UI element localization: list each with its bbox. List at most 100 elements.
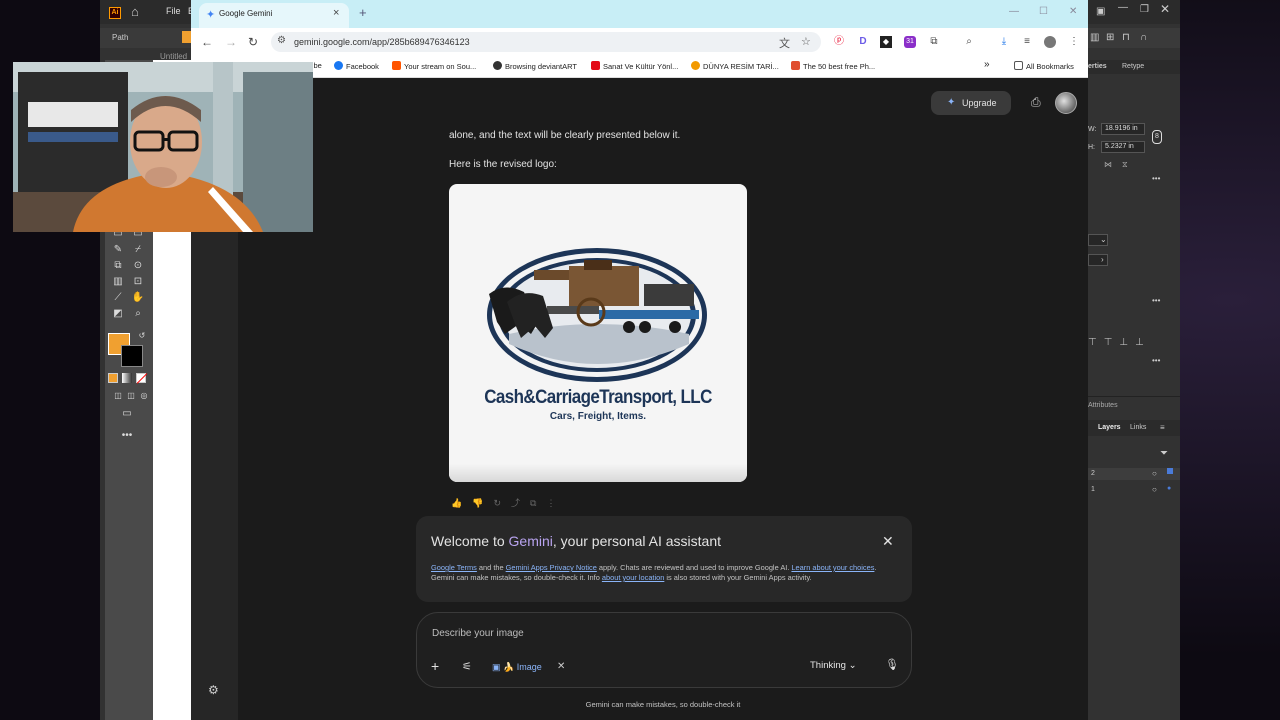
- flip-vertical-icon[interactable]: ⧖: [1122, 160, 1128, 170]
- add-attachment-button[interactable]: +: [431, 658, 439, 674]
- graph-tool-icon[interactable]: ▥: [111, 276, 125, 288]
- microphone-icon[interactable]: 🎙: [885, 658, 899, 671]
- media-control-icon[interactable]: ≡: [1021, 36, 1033, 48]
- rotate-view-icon[interactable]: ◩: [111, 308, 125, 320]
- calendar-extension-icon[interactable]: 31: [904, 36, 916, 48]
- height-field[interactable]: 5.2327 in: [1101, 141, 1145, 153]
- menu-file[interactable]: File: [166, 6, 181, 16]
- color-mode-icon[interactable]: [108, 373, 118, 383]
- home-icon[interactable]: ⌂: [131, 5, 145, 19]
- model-mode-selector[interactable]: Thinking ⌄: [810, 660, 857, 671]
- slice-tool-icon[interactable]: ⟋: [111, 292, 125, 304]
- target-icon[interactable]: ○: [1152, 485, 1157, 494]
- screen-mode-icon[interactable]: ▭: [120, 408, 134, 420]
- tab-retype[interactable]: Retype: [1122, 63, 1144, 70]
- maximize-icon[interactable]: ☐: [1039, 6, 1048, 17]
- regenerate-icon[interactable]: ↻: [493, 498, 511, 508]
- pathfinder-icon[interactable]: ⊓: [1122, 32, 1130, 43]
- flip-horizontal-icon[interactable]: ⋈: [1104, 160, 1112, 169]
- tab-layers[interactable]: Layers: [1098, 424, 1121, 431]
- more-tools-icon[interactable]: •••: [120, 430, 134, 442]
- tab-properties[interactable]: erties: [1088, 63, 1107, 70]
- more-options-icon-3[interactable]: •••: [1152, 356, 1160, 365]
- draw-inside-icon[interactable]: ◎: [137, 390, 151, 402]
- upgrade-button[interactable]: ✦ Upgrade: [931, 91, 1011, 115]
- shape-builder-icon[interactable]: ⧉: [111, 260, 125, 272]
- prompt-input-box[interactable]: Describe your image + ⚟ ▣ 🍌 Image ✕ Thin…: [416, 612, 912, 688]
- layer-row-2[interactable]: 2 ○: [1088, 468, 1180, 480]
- warp-icon[interactable]: ∩: [1140, 32, 1147, 43]
- d-extension-icon[interactable]: D: [857, 36, 869, 48]
- learn-choices-link[interactable]: Learn about your choices: [791, 563, 874, 572]
- chevron-down-icon[interactable]: ⌄: [1100, 235, 1107, 244]
- generated-logo-image[interactable]: Cash&CarriageTransport, LLC Cars, Freigh…: [449, 184, 747, 482]
- eyedropper-tool-icon[interactable]: ⌿: [131, 244, 145, 256]
- arrange-icon[interactable]: ▣: [1096, 6, 1105, 17]
- prompt-placeholder[interactable]: Describe your image: [432, 628, 524, 639]
- layer-row-1[interactable]: 1 ○ ●: [1088, 484, 1180, 496]
- tools-icon[interactable]: ⚟: [462, 660, 472, 673]
- new-tab-icon[interactable]: +: [359, 5, 367, 20]
- attributes-panel-title[interactable]: Attributes: [1088, 402, 1118, 409]
- close-window-icon[interactable]: ✕: [1069, 6, 1077, 17]
- bookmark-dunya[interactable]: DÜNYA RESİM TARİ...: [691, 61, 779, 71]
- draw-normal-icon[interactable]: ◫: [111, 390, 125, 402]
- restore-icon[interactable]: ❐: [1140, 4, 1149, 15]
- tab-close-icon[interactable]: ×: [333, 7, 339, 19]
- tab-search-icon[interactable]: ⌕: [963, 36, 975, 48]
- chevron-right-icon[interactable]: ›: [1101, 255, 1104, 264]
- constrain-proportions-icon[interactable]: 8: [1152, 130, 1162, 144]
- share-icon[interactable]: ⤴: [511, 498, 530, 508]
- site-info-icon[interactable]: ⚙: [277, 35, 286, 46]
- close-icon[interactable]: ✕: [1160, 2, 1170, 16]
- draw-behind-icon[interactable]: ◫: [124, 390, 138, 402]
- stroke-color-swatch[interactable]: [121, 345, 143, 367]
- minimize-icon[interactable]: —: [1009, 6, 1019, 17]
- copy-icon[interactable]: ⧉: [530, 498, 546, 508]
- pencil-tool-icon[interactable]: ✎: [111, 244, 125, 256]
- none-mode-icon[interactable]: [136, 373, 148, 384]
- thumbs-up-icon[interactable]: 👍: [451, 498, 472, 508]
- filter-icon[interactable]: ⏷: [1160, 448, 1168, 459]
- back-icon[interactable]: ←: [201, 35, 213, 49]
- pinterest-extension-icon[interactable]: ⓟ: [833, 36, 845, 48]
- download-icon[interactable]: ⤓: [998, 36, 1010, 48]
- target-icon[interactable]: ○: [1152, 469, 1157, 478]
- bookmark-facebook[interactable]: Facebook: [334, 61, 379, 71]
- symbol-sprayer-icon[interactable]: ⊙: [131, 260, 145, 272]
- welcome-close-icon[interactable]: ✕: [882, 533, 894, 550]
- google-terms-link[interactable]: Google Terms: [431, 563, 477, 572]
- hand-tool-icon[interactable]: ✋: [131, 292, 145, 304]
- align-buttons-row[interactable]: ⊤⊤⊥⊥: [1088, 337, 1151, 348]
- remove-image-tool-icon[interactable]: ✕: [557, 659, 565, 675]
- bookmark-star-icon[interactable]: ☆: [801, 35, 811, 48]
- tab-links[interactable]: Links: [1130, 424, 1146, 431]
- panel-menu-icon[interactable]: ≡: [1160, 423, 1165, 432]
- extensions-puzzle-icon[interactable]: ⧉: [928, 36, 940, 48]
- gradient-mode-icon[interactable]: [122, 373, 132, 383]
- reload-icon[interactable]: ↻: [248, 35, 258, 49]
- gift-icon[interactable]: ⎙: [1031, 95, 1041, 110]
- bookmark-deviantart[interactable]: Browsing deviantART: [493, 61, 577, 71]
- transform-icon[interactable]: ⊞: [1106, 32, 1114, 43]
- thumbs-down-icon[interactable]: 👎: [472, 498, 493, 508]
- dropdown-field-2[interactable]: [1088, 254, 1108, 266]
- profile-avatar-icon[interactable]: [1044, 36, 1056, 48]
- bookmarks-overflow-icon[interactable]: »: [984, 59, 990, 70]
- more-options-icon-2[interactable]: •••: [1152, 296, 1160, 305]
- location-link[interactable]: about your location: [602, 573, 664, 582]
- image-tool-chip[interactable]: ▣ 🍌 Image: [492, 659, 542, 675]
- bookmark-sanat[interactable]: Sanat Ve Kültür Yönl...: [591, 61, 678, 71]
- address-bar[interactable]: ⚙ gemini.google.com/app/285b689476346123…: [271, 32, 821, 52]
- bookmark-photoshop[interactable]: The 50 best free Ph...: [791, 61, 875, 71]
- swap-colors-icon[interactable]: ↺: [135, 330, 149, 342]
- more-icon[interactable]: ⋮: [546, 498, 565, 508]
- artboard-tool-icon[interactable]: ⊡: [131, 276, 145, 288]
- translate-icon[interactable]: 文: [779, 35, 790, 51]
- account-avatar[interactable]: [1055, 92, 1077, 114]
- settings-gear-icon[interactable]: ⚙: [208, 683, 219, 697]
- align-icon[interactable]: ▥: [1090, 32, 1099, 43]
- more-options-icon[interactable]: •••: [1152, 174, 1160, 183]
- dark-extension-icon[interactable]: ◆: [880, 36, 892, 48]
- bookmark-soundcloud[interactable]: Your stream on Sou...: [392, 61, 476, 71]
